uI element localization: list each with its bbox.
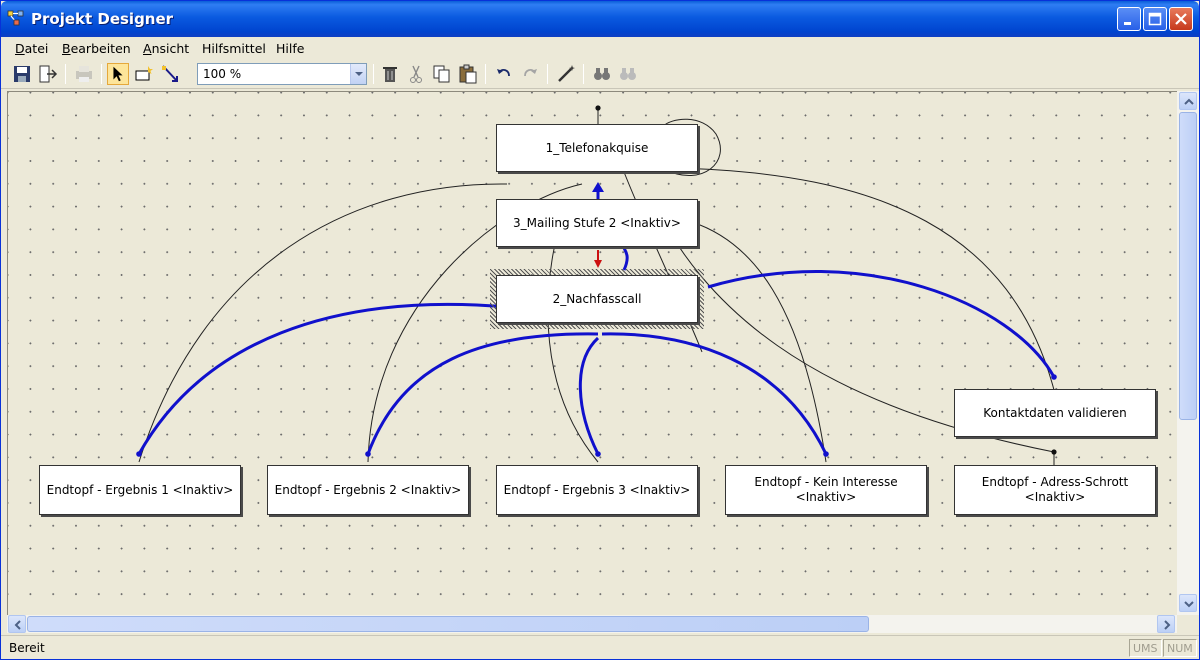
zoom-value: 100 % xyxy=(203,67,242,81)
diagram-canvas[interactable]: 1_Telefonakquise 3_Mailing Stufe 2 <Inak… xyxy=(7,91,1177,615)
connect-icon[interactable] xyxy=(159,63,181,85)
edge-handle-ergebnis3[interactable] xyxy=(595,451,601,457)
vertical-scrollbar[interactable] xyxy=(1177,91,1199,615)
minimize-button[interactable] xyxy=(1117,7,1141,31)
find-icon[interactable] xyxy=(591,63,613,85)
vertical-scroll-thumb[interactable] xyxy=(1179,112,1197,420)
delete-icon[interactable] xyxy=(379,63,401,85)
save-icon[interactable] xyxy=(11,63,33,85)
status-bar: Bereit UMS NUM xyxy=(1,635,1199,659)
window-title: Projekt Designer xyxy=(31,10,174,28)
menu-hilfe[interactable]: Hilfe xyxy=(276,41,304,56)
cut-icon[interactable] xyxy=(405,63,427,85)
edge-handle-kein-interesse[interactable] xyxy=(823,451,829,457)
print-icon[interactable] xyxy=(73,63,95,85)
chevron-up-icon xyxy=(1184,98,1194,105)
status-text: Bereit xyxy=(9,641,45,655)
scrollbar-corner xyxy=(1177,615,1199,633)
edge-active-kein-interesse[interactable] xyxy=(601,332,828,455)
node-telefonakquise[interactable]: 1_Telefonakquise xyxy=(496,124,698,172)
new-node-icon[interactable] xyxy=(133,63,155,85)
node-kontaktdaten-validieren[interactable]: Kontaktdaten validieren xyxy=(954,389,1156,437)
maximize-icon xyxy=(1148,12,1162,26)
node-endtopf-adress-schrott[interactable]: Endtopf - Adress-Schrott <Inaktiv> xyxy=(954,465,1156,515)
scroll-up-button[interactable] xyxy=(1179,92,1197,110)
node-endtopf-ergebnis-3[interactable]: Endtopf - Ergebnis 3 <Inaktiv> xyxy=(496,465,698,515)
edge-active-mailing[interactable] xyxy=(622,247,629,271)
menu-ansicht[interactable]: Ansicht xyxy=(143,41,189,56)
scroll-down-button[interactable] xyxy=(1179,594,1197,612)
menu-hilfsmittel[interactable]: Hilfsmittel xyxy=(202,41,266,56)
chevron-right-icon xyxy=(1164,620,1171,630)
scroll-left-button[interactable] xyxy=(8,615,26,633)
scroll-right-button[interactable] xyxy=(1157,615,1175,633)
paste-icon[interactable] xyxy=(457,63,479,85)
edge-handle-ergebnis1[interactable] xyxy=(136,451,142,457)
node-nachfasscall[interactable]: 2_Nachfasscall xyxy=(496,275,698,323)
maximize-button[interactable] xyxy=(1143,7,1167,31)
status-num-indicator: NUM xyxy=(1163,639,1197,657)
node-endtopf-kein-interesse[interactable]: Endtopf - Kein Interesse <Inaktiv> xyxy=(725,465,927,515)
toolbar xyxy=(1,59,1199,89)
magic-wand-icon[interactable] xyxy=(555,63,577,85)
copy-icon[interactable] xyxy=(431,63,453,85)
edge-active-kontaktdaten[interactable] xyxy=(707,270,1056,378)
status-caps-indicator: UMS xyxy=(1129,639,1162,657)
horizontal-scrollbar[interactable] xyxy=(7,615,1177,633)
node-endtopf-ergebnis-2[interactable]: Endtopf - Ergebnis 2 <Inaktiv> xyxy=(267,465,469,515)
close-button[interactable] xyxy=(1169,7,1193,31)
edge-handle-adress[interactable] xyxy=(1051,449,1057,455)
title-bar[interactable]: Projekt Designer xyxy=(1,1,1199,37)
edge-thin-ergebnis1[interactable] xyxy=(138,183,508,463)
app-icon xyxy=(7,10,24,26)
edge-handle-kontaktdaten[interactable] xyxy=(1051,374,1057,380)
close-icon xyxy=(1175,13,1187,25)
menu-bearbeiten[interactable]: Bearbeiten xyxy=(62,41,131,56)
edge-handle-ergebnis2[interactable] xyxy=(365,451,371,457)
exit-icon[interactable] xyxy=(37,63,59,85)
horizontal-scroll-thumb[interactable] xyxy=(27,616,869,632)
chevron-left-icon xyxy=(14,620,21,630)
redo-icon[interactable] xyxy=(519,63,541,85)
pointer-icon[interactable] xyxy=(107,63,129,85)
undo-icon[interactable] xyxy=(493,63,515,85)
menu-datei[interactable]: Datei xyxy=(15,41,48,56)
edge-thin-kein-interesse[interactable] xyxy=(691,221,827,463)
edge-handle-top[interactable] xyxy=(595,105,601,111)
edge-active-ergebnis1[interactable] xyxy=(137,302,508,455)
node-endtopf-ergebnis-1[interactable]: Endtopf - Ergebnis 1 <Inaktiv> xyxy=(39,465,241,515)
chevron-down-icon xyxy=(1184,601,1194,608)
zoom-dropdown-icon[interactable] xyxy=(350,64,366,84)
edge-arrow-up-icon xyxy=(592,182,604,192)
edge-active-ergebnis2[interactable] xyxy=(366,332,599,455)
app-window: Projekt Designer Datei Bearbeiten Ansich… xyxy=(0,0,1200,660)
find-next-icon[interactable] xyxy=(617,63,639,85)
zoom-select[interactable]: 100 % xyxy=(197,63,367,85)
node-mailing-stufe-2[interactable]: 3_Mailing Stufe 2 <Inaktiv> xyxy=(496,199,698,247)
edge-active-ergebnis3[interactable] xyxy=(578,336,600,455)
menu-bar: Datei Bearbeiten Ansicht Hilfsmittel Hil… xyxy=(1,37,1199,59)
edge-arrow-red-icon xyxy=(594,260,602,268)
minimize-icon xyxy=(1124,22,1131,25)
